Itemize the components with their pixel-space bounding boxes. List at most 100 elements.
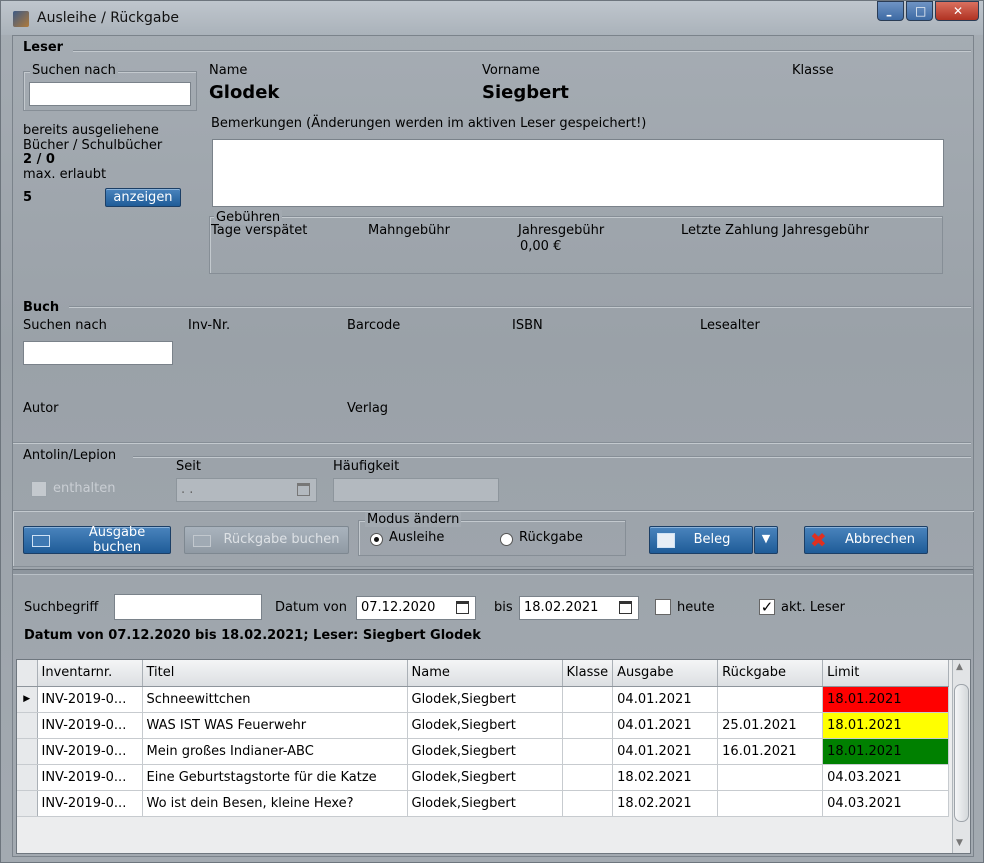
buch-search-input[interactable] xyxy=(23,341,173,365)
row-indicator[interactable] xyxy=(17,712,38,739)
scrollbar-thumb[interactable] xyxy=(954,684,969,822)
haeufigkeit-input[interactable] xyxy=(333,478,499,502)
cell-titel[interactable]: Eine Geburtstagstorte für die Katze xyxy=(142,764,408,791)
suchbegriff-label: Suchbegriff xyxy=(24,600,99,615)
close-button[interactable]: ✕ xyxy=(935,1,979,21)
isbn-label: ISBN xyxy=(512,318,543,333)
ausgabe-buchen-button[interactable]: Ausgabe buchen xyxy=(23,525,171,555)
cell-limit[interactable]: 18.01.2021 xyxy=(822,712,950,739)
calendar-icon[interactable] xyxy=(297,483,310,496)
rueckgabe-buchen-button[interactable]: Rückgabe buchen xyxy=(184,526,349,554)
column-header-inventarnr[interactable]: Inventarnr. xyxy=(37,660,143,687)
cell-ausgabe[interactable]: 18.02.2021 xyxy=(612,764,719,791)
maximize-button[interactable]: □ xyxy=(906,1,933,21)
table-row[interactable]: ▶ INV-2019-0... Schneewittchen Glodek,Siegb… xyxy=(17,686,950,713)
current-row-indicator-icon[interactable]: ▶ xyxy=(17,686,38,713)
leser-search-field[interactable] xyxy=(30,83,190,105)
modus-ausleihe-radio[interactable] xyxy=(370,533,383,546)
beleg-button[interactable]: Beleg xyxy=(649,526,753,554)
anzeigen-button[interactable]: anzeigen xyxy=(105,188,181,207)
cell-inventarnr[interactable]: INV-2019-0... xyxy=(37,790,143,817)
cell-titel[interactable]: Mein großes Indianer-ABC xyxy=(142,738,408,765)
column-header-limit[interactable]: Limit xyxy=(822,660,950,687)
leser-divider xyxy=(73,50,971,52)
cell-name[interactable]: Glodek,Siegbert xyxy=(407,738,563,765)
calendar-icon[interactable] xyxy=(456,601,469,614)
table-row[interactable]: INV-2019-0... WAS IST WAS Feuerwehr Glodek… xyxy=(17,712,950,739)
cell-klasse[interactable] xyxy=(562,712,614,739)
cell-rueckgabe[interactable]: 16.01.2021 xyxy=(717,738,824,765)
beleg-button-label: Beleg xyxy=(693,532,731,547)
scroll-up-icon[interactable]: ▲ xyxy=(956,662,963,672)
cell-rueckgabe[interactable] xyxy=(717,686,824,713)
cell-inventarnr[interactable]: INV-2019-0... xyxy=(37,712,143,739)
cell-klasse[interactable] xyxy=(562,738,614,765)
column-header-klasse[interactable]: Klasse xyxy=(562,660,614,687)
cell-inventarnr[interactable]: INV-2019-0... xyxy=(37,764,143,791)
cell-limit[interactable]: 18.01.2021 xyxy=(822,686,950,713)
book-in-icon xyxy=(193,535,211,547)
cell-name[interactable]: Glodek,Siegbert xyxy=(407,790,563,817)
modus-ausleihe-label[interactable]: Ausleihe xyxy=(389,530,444,545)
cell-name[interactable]: Glodek,Siegbert xyxy=(407,764,563,791)
akt-leser-checkbox[interactable]: ✓ xyxy=(759,599,775,615)
datum-von-input[interactable]: 07.12.2020 xyxy=(356,596,476,620)
anzeigen-button-label: anzeigen xyxy=(113,190,173,205)
leser-search-input[interactable] xyxy=(29,82,191,106)
minimize-button[interactable]: – xyxy=(877,1,904,22)
cell-ausgabe[interactable]: 04.01.2021 xyxy=(612,686,719,713)
cell-titel[interactable]: Schneewittchen xyxy=(142,686,408,713)
table-row[interactable]: INV-2019-0... Eine Geburtstagstorte für d… xyxy=(17,764,950,791)
row-indicator[interactable] xyxy=(17,764,38,791)
klasse-label: Klasse xyxy=(792,63,834,78)
cell-rueckgabe[interactable] xyxy=(717,764,824,791)
seit-date-input[interactable]: . . xyxy=(176,478,317,502)
cell-ausgabe[interactable]: 04.01.2021 xyxy=(612,738,719,765)
table-row[interactable]: INV-2019-0... Wo ist dein Besen, kleine H… xyxy=(17,790,950,817)
row-indicator[interactable] xyxy=(17,738,38,765)
calendar-icon[interactable] xyxy=(619,601,632,614)
column-header-rueckgabe[interactable]: Rückgabe xyxy=(717,660,824,687)
cell-rueckgabe[interactable]: 25.01.2021 xyxy=(717,712,824,739)
cell-titel[interactable]: Wo ist dein Besen, kleine Hexe? xyxy=(142,790,408,817)
scroll-down-icon[interactable]: ▼ xyxy=(956,838,963,848)
maximize-icon: □ xyxy=(915,4,927,18)
cell-inventarnr[interactable]: INV-2019-0... xyxy=(37,686,143,713)
ausleihe-grid: Inventarnr. Titel Name Klasse Ausgabe Rü… xyxy=(16,659,971,854)
row-indicator[interactable] xyxy=(17,790,38,817)
cell-klasse[interactable] xyxy=(562,790,614,817)
suchbegriff-input[interactable] xyxy=(114,594,262,620)
cell-name[interactable]: Glodek,Siegbert xyxy=(407,712,563,739)
column-header-name[interactable]: Name xyxy=(407,660,563,687)
bemerkungen-textarea[interactable] xyxy=(212,139,944,207)
heute-checkbox[interactable] xyxy=(655,599,671,615)
datum-von-value[interactable]: 07.12.2020 xyxy=(361,600,435,615)
cell-limit[interactable]: 04.03.2021 xyxy=(822,790,950,817)
title-bar[interactable]: Ausleihe / Rückgabe – □ ✕ xyxy=(1,1,983,35)
bis-value[interactable]: 18.02.2021 xyxy=(524,600,598,615)
beleg-dropdown-button[interactable]: ▼ xyxy=(754,526,778,554)
column-header-titel[interactable]: Titel xyxy=(142,660,408,687)
cell-limit[interactable]: 18.01.2021 xyxy=(822,738,950,765)
cell-klasse[interactable] xyxy=(562,686,614,713)
cell-ausgabe[interactable]: 04.01.2021 xyxy=(612,712,719,739)
modus-rueckgabe-radio[interactable] xyxy=(500,533,513,546)
cell-ausgabe[interactable]: 18.02.2021 xyxy=(612,790,719,817)
cell-klasse[interactable] xyxy=(562,764,614,791)
modus-rueckgabe-label[interactable]: Rückgabe xyxy=(519,530,583,545)
seit-value[interactable]: . . xyxy=(181,482,193,497)
splitter-handle[interactable] xyxy=(13,569,973,575)
cell-name[interactable]: Glodek,Siegbert xyxy=(407,686,563,713)
grid-scrollbar[interactable]: ▲ ▼ xyxy=(952,660,970,853)
suchbegriff-field[interactable] xyxy=(115,595,261,619)
abbrechen-button[interactable]: ✖ Abbrechen xyxy=(804,526,928,554)
enthalten-checkbox[interactable] xyxy=(31,481,47,497)
cell-rueckgabe[interactable] xyxy=(717,790,824,817)
buch-search-field[interactable] xyxy=(24,342,172,364)
column-header-ausgabe[interactable]: Ausgabe xyxy=(612,660,719,687)
table-row[interactable]: INV-2019-0... Mein großes Indianer-ABC Glo… xyxy=(17,738,950,765)
cell-titel[interactable]: WAS IST WAS Feuerwehr xyxy=(142,712,408,739)
cell-inventarnr[interactable]: INV-2019-0... xyxy=(37,738,143,765)
cell-limit[interactable]: 04.03.2021 xyxy=(822,764,950,791)
bis-input[interactable]: 18.02.2021 xyxy=(519,596,639,620)
